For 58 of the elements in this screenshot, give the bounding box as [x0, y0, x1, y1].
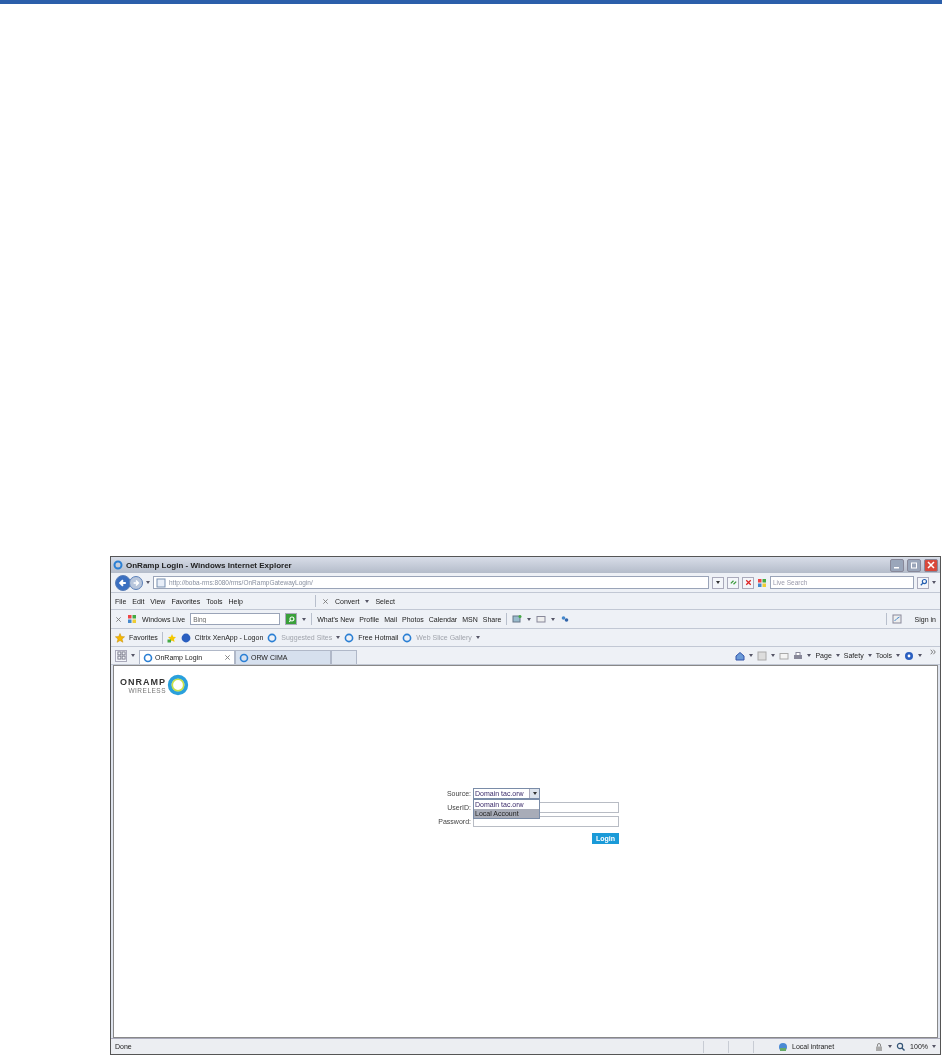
people-icon[interactable]: [560, 614, 571, 624]
caret-icon[interactable]: [932, 581, 936, 584]
page-icon: [156, 577, 166, 588]
quick-tabs-button[interactable]: [115, 649, 127, 662]
stop-button[interactable]: [742, 576, 754, 589]
page-icon: [143, 652, 153, 663]
zoom-icon[interactable]: [896, 1041, 907, 1052]
restore-button[interactable]: [907, 558, 921, 572]
search-button[interactable]: [285, 613, 298, 625]
caret-icon[interactable]: [551, 617, 556, 621]
caret-icon[interactable]: [131, 654, 135, 657]
star-icon: [115, 632, 125, 643]
print-icon[interactable]: [793, 650, 804, 661]
ring-logo-icon: [167, 674, 189, 696]
caret-icon[interactable]: [867, 654, 872, 657]
caret-icon[interactable]: [932, 1045, 936, 1048]
windows-logo-icon: [757, 577, 767, 588]
close-button[interactable]: [924, 558, 938, 572]
page-icon: [344, 632, 355, 643]
logo-wordmark: ONRAMP: [120, 676, 166, 687]
add-favorite-icon[interactable]: [166, 632, 177, 643]
caret-icon[interactable]: [888, 1045, 893, 1048]
page-icon: [402, 632, 413, 643]
password-field[interactable]: [473, 816, 619, 827]
page-icon: [239, 652, 249, 663]
caret-icon[interactable]: [771, 654, 776, 657]
caret-icon[interactable]: [527, 617, 532, 621]
search-button[interactable]: [917, 576, 929, 589]
caret-icon[interactable]: [146, 581, 150, 584]
caret-icon[interactable]: [365, 599, 370, 603]
close-tab-icon[interactable]: [224, 654, 231, 661]
caret-icon[interactable]: [896, 654, 900, 657]
minimize-button[interactable]: [890, 558, 904, 572]
home-icon[interactable]: [735, 650, 746, 661]
restore-icon: [910, 561, 918, 569]
browser-icon: [113, 560, 123, 570]
chevrons-icon[interactable]: [930, 649, 936, 655]
back-button[interactable]: [115, 574, 131, 591]
stop-icon: [743, 578, 753, 587]
close-icon: [927, 561, 935, 569]
mail-icon[interactable]: [536, 614, 547, 624]
forward-button[interactable]: [129, 575, 143, 590]
close-icon[interactable]: [115, 615, 122, 623]
caret-icon[interactable]: [749, 654, 754, 657]
help-icon[interactable]: [904, 650, 914, 661]
page-icon: [180, 632, 191, 643]
refresh-arrows-icon: [728, 578, 738, 587]
page-icon: [267, 632, 278, 643]
window-title: OnRamp Login - Windows Internet Explorer: [126, 560, 292, 570]
caret-icon[interactable]: [302, 617, 307, 621]
photo-icon[interactable]: [512, 614, 523, 624]
network-icon: [778, 1041, 789, 1052]
dropdown-button[interactable]: [712, 576, 724, 589]
windows-logo-icon: [127, 614, 137, 624]
caret-icon[interactable]: [835, 654, 840, 657]
caret-icon[interactable]: [807, 654, 812, 657]
caret-icon[interactable]: [918, 654, 922, 657]
close-icon[interactable]: [321, 597, 329, 605]
